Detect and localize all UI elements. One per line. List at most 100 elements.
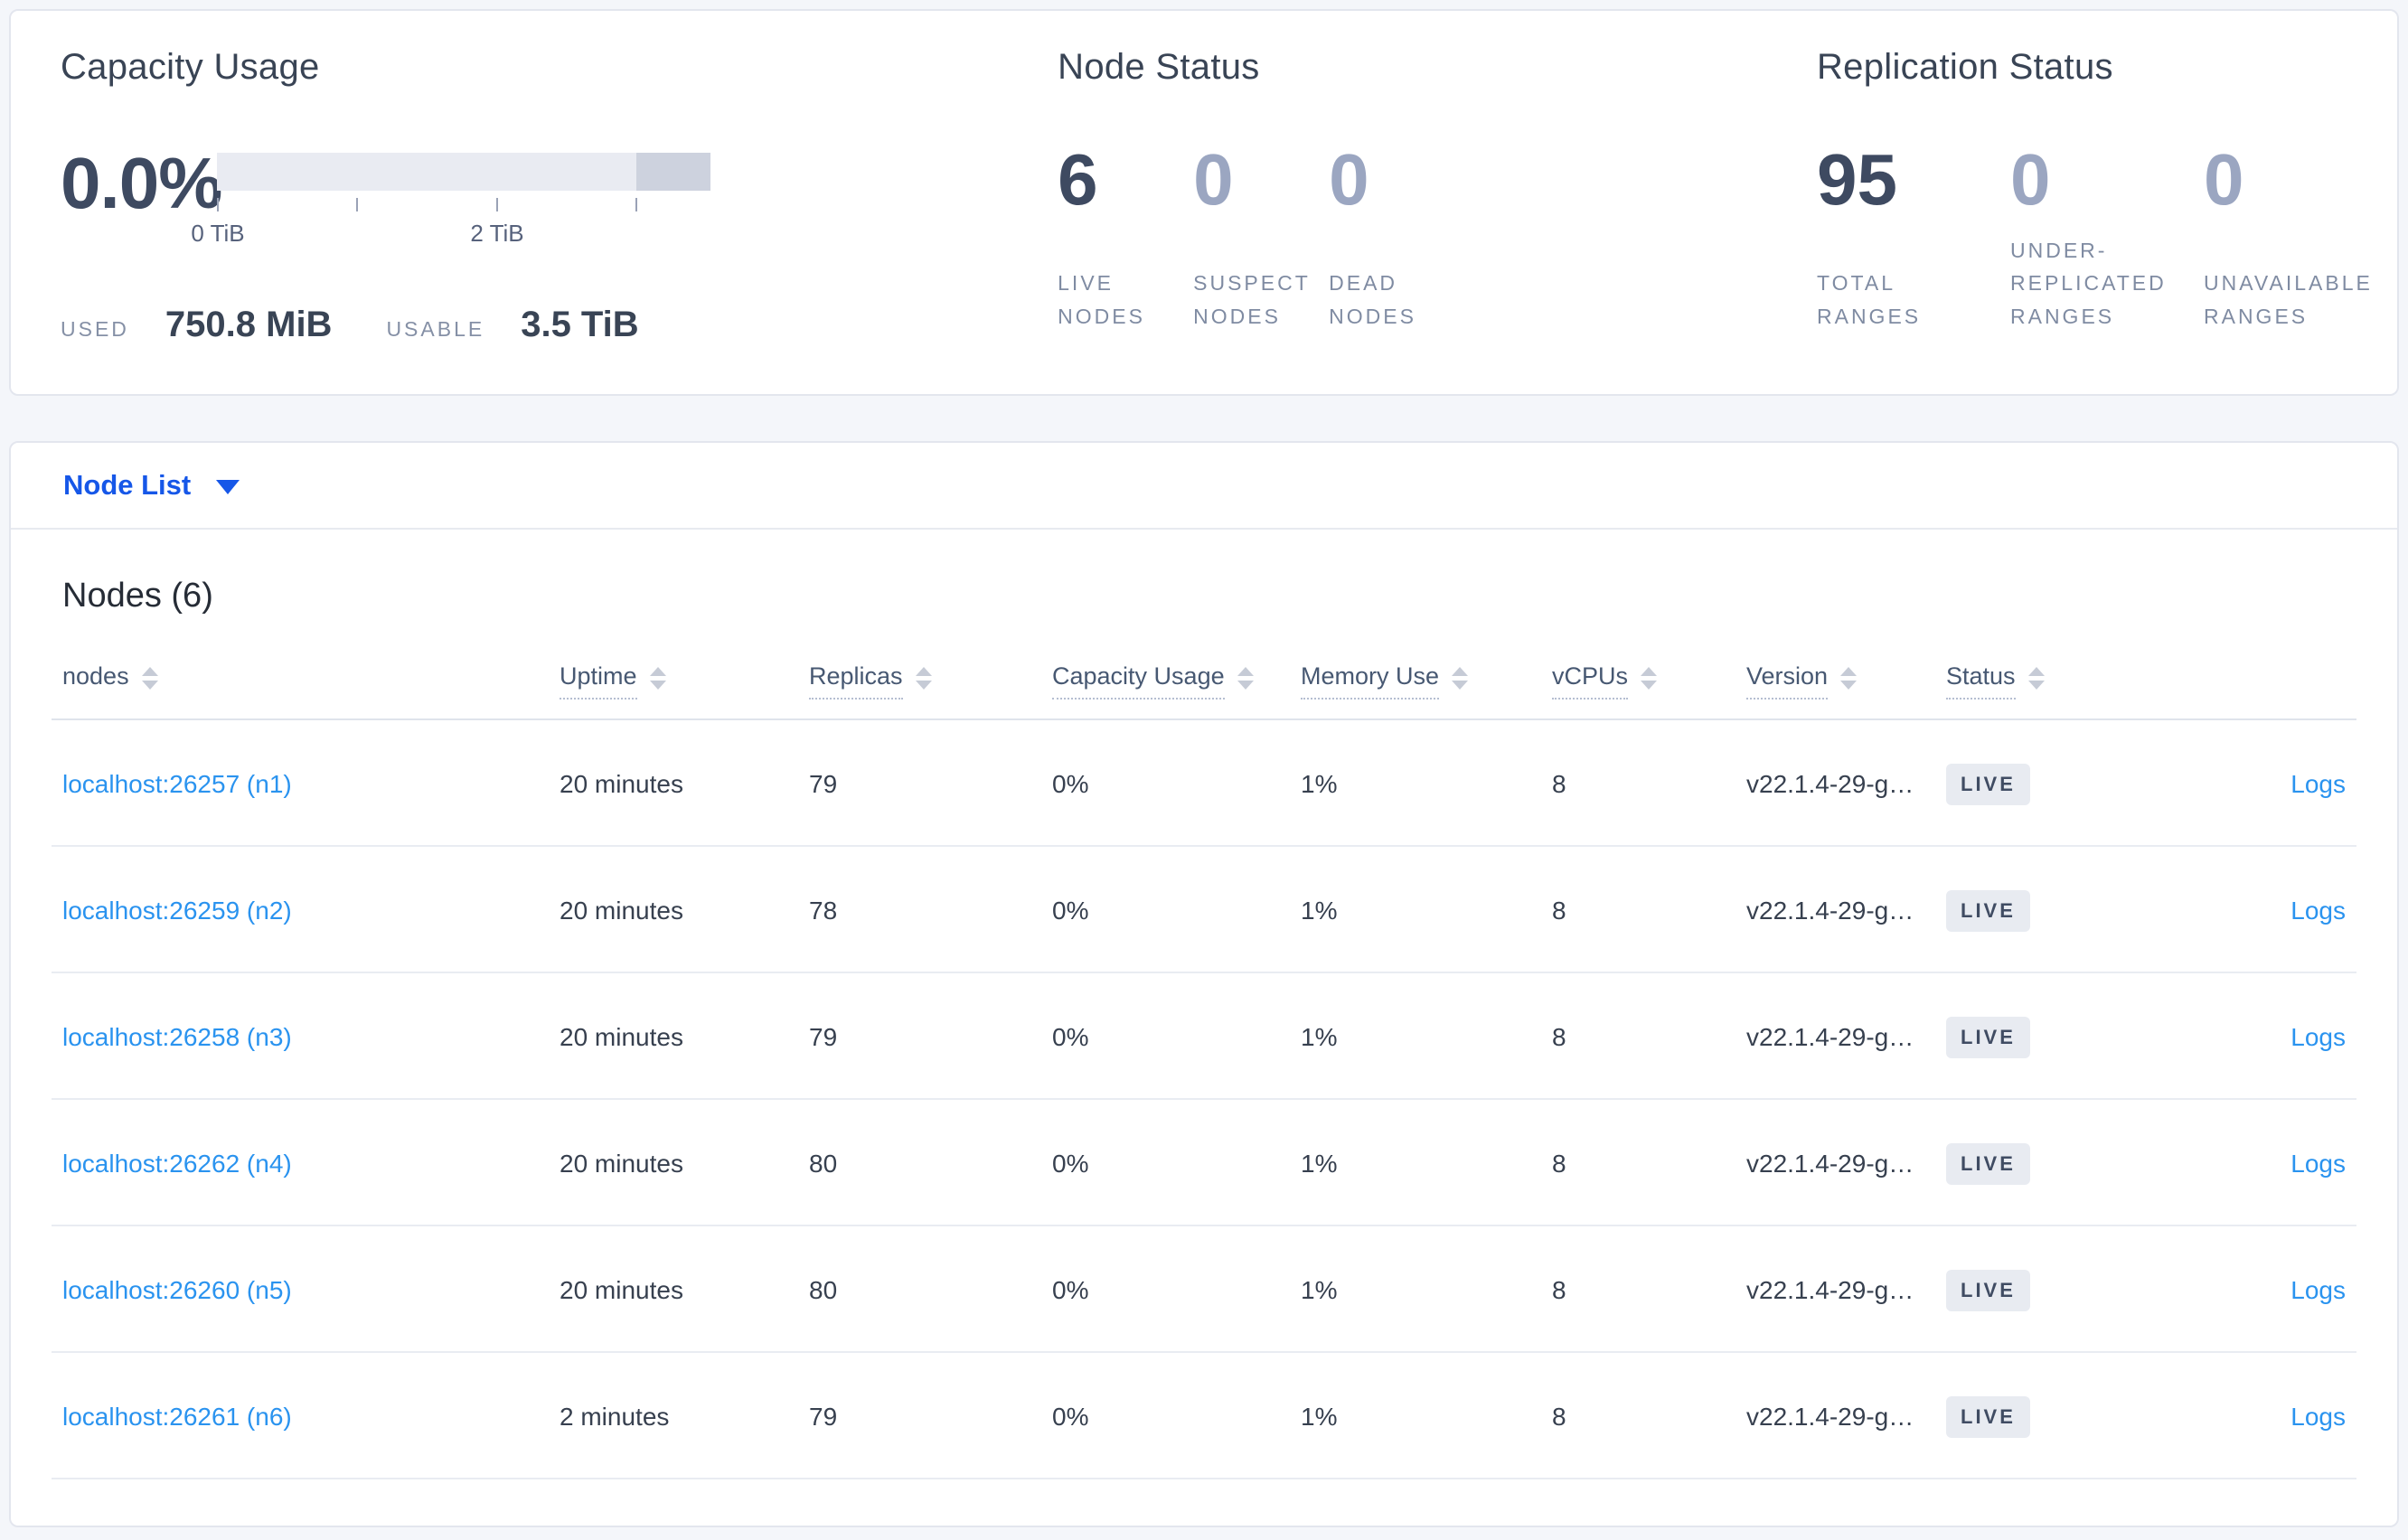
node-link[interactable]: localhost:26260 (n5) — [62, 1276, 292, 1304]
header-version-label: Version — [1746, 662, 1829, 700]
vcpus-cell: 8 — [1552, 1276, 1566, 1304]
status-badge: LIVE — [1946, 1396, 2030, 1438]
node-list-dropdown[interactable]: Node List — [11, 443, 2397, 530]
under-replicated-ranges-label: UNDER-REPLICATED RANGES — [2010, 234, 2204, 333]
dead-nodes-label-text: DEAD NODES — [1329, 271, 1416, 329]
uptime-cell: 20 minutes — [560, 1276, 683, 1304]
logs-cell: Logs — [2146, 1403, 2356, 1432]
axis-tick — [635, 198, 637, 211]
replicas-cell: 80 — [809, 1150, 838, 1178]
status-cell: LIVE — [1946, 1396, 2146, 1438]
capacity-axis-ticks — [217, 198, 710, 214]
logs-link[interactable]: Logs — [2290, 1150, 2346, 1178]
unavailable-ranges-count: 0 — [2204, 139, 2244, 220]
table-row: localhost:26257 (n1) 20 minutes 79 0% 1%… — [52, 720, 2356, 847]
header-version[interactable]: Version — [1746, 662, 1946, 700]
chevron-down-icon — [216, 480, 240, 494]
logs-link[interactable]: Logs — [2290, 897, 2346, 925]
total-ranges-count: 95 — [1817, 139, 1897, 220]
logs-cell: Logs — [2146, 897, 2356, 925]
nodes-table-area: Nodes (6) nodes Uptime Replicas Capacity… — [11, 577, 2397, 1479]
node-list-dropdown-label: Node List — [63, 469, 192, 501]
header-status[interactable]: Status — [1946, 662, 2146, 700]
node-link[interactable]: localhost:26258 (n3) — [62, 1023, 292, 1051]
node-link[interactable]: localhost:26259 (n2) — [62, 897, 292, 925]
node-cell: localhost:26259 (n2) — [52, 897, 560, 925]
replicas-cell: 79 — [809, 770, 838, 798]
version-cell: v22.1.4-29-g… — [1746, 897, 1914, 925]
node-cell: localhost:26260 (n5) — [52, 1276, 560, 1305]
replicas-cell: 79 — [809, 1023, 838, 1051]
logs-cell: Logs — [2146, 770, 2356, 799]
suspect-nodes-label-text: SUSPECT NODES — [1193, 271, 1311, 329]
uptime-cell: 20 minutes — [560, 1150, 683, 1178]
uptime-cell: 20 minutes — [560, 897, 683, 925]
usable-label: USABLE — [386, 317, 485, 341]
replicas-cell: 79 — [809, 1403, 838, 1431]
uptime-cell: 20 minutes — [560, 770, 683, 798]
capacity-axis-labels: 0 TiB 2 TiB — [191, 220, 710, 249]
live-nodes-count: 6 — [1058, 139, 1098, 220]
node-cell: localhost:26258 (n3) — [52, 1023, 560, 1052]
used-value: 750.8 MiB — [165, 305, 333, 344]
status-badge: LIVE — [1946, 890, 2030, 932]
total-ranges-label-text: TOTAL RANGES — [1817, 271, 1922, 329]
node-cell: localhost:26262 (n4) — [52, 1150, 560, 1178]
axis-tick — [356, 198, 358, 211]
status-badge: LIVE — [1946, 764, 2030, 805]
node-cell: localhost:26257 (n1) — [52, 770, 560, 799]
header-uptime[interactable]: Uptime — [560, 662, 809, 700]
capacity-usage-section: Capacity Usage 0.0% 0 TiB 2 TiB USED 750… — [11, 11, 1017, 394]
table-row: localhost:26258 (n3) 20 minutes 79 0% 1%… — [52, 973, 2356, 1100]
header-replicas[interactable]: Replicas — [809, 662, 1052, 700]
memory-cell: 1% — [1301, 1150, 1338, 1178]
node-cell: localhost:26261 (n6) — [52, 1403, 560, 1432]
table-row: localhost:26260 (n5) 20 minutes 80 0% 1%… — [52, 1226, 2356, 1353]
logs-link[interactable]: Logs — [2290, 1276, 2346, 1305]
header-capacity-usage[interactable]: Capacity Usage — [1052, 662, 1301, 700]
status-badge: LIVE — [1946, 1143, 2030, 1185]
logs-cell: Logs — [2146, 1023, 2356, 1052]
header-replicas-label: Replicas — [809, 662, 903, 700]
version-cell: v22.1.4-29-g… — [1746, 1276, 1914, 1304]
header-memory-use[interactable]: Memory Use — [1301, 662, 1552, 700]
used-label: USED — [61, 317, 129, 341]
logs-cell: Logs — [2146, 1150, 2356, 1178]
capacity-cell: 0% — [1052, 770, 1089, 798]
status-cell: LIVE — [1946, 1270, 2146, 1311]
node-link[interactable]: localhost:26261 (n6) — [62, 1403, 292, 1431]
header-vcpus[interactable]: vCPUs — [1552, 662, 1746, 700]
table-row: localhost:26261 (n6) 2 minutes 79 0% 1% … — [52, 1353, 2356, 1479]
cluster-summary-panel: Capacity Usage 0.0% 0 TiB 2 TiB USED 750… — [9, 9, 2399, 396]
header-uptime-label: Uptime — [560, 662, 637, 700]
header-nodes[interactable]: nodes — [52, 662, 560, 698]
memory-cell: 1% — [1301, 770, 1338, 798]
nodes-count-heading: Nodes (6) — [62, 577, 213, 615]
table-row: localhost:26259 (n2) 20 minutes 78 0% 1%… — [52, 847, 2356, 973]
capacity-bar-end-segment — [636, 153, 710, 191]
logs-link[interactable]: Logs — [2290, 770, 2346, 799]
under-replicated-ranges-label-text: UNDER-REPLICATED RANGES — [2010, 238, 2167, 329]
total-ranges-label: TOTAL RANGES — [1817, 267, 2010, 333]
capacity-usage-title: Capacity Usage — [61, 47, 320, 87]
suspect-nodes-label: SUSPECT NODES — [1193, 267, 1329, 333]
sort-icon — [1840, 667, 1858, 690]
live-nodes-label: LIVE NODES — [1058, 267, 1193, 333]
version-cell: v22.1.4-29-g… — [1746, 1403, 1914, 1431]
version-cell: v22.1.4-29-g… — [1746, 1023, 1914, 1051]
version-cell: v22.1.4-29-g… — [1746, 770, 1914, 798]
dead-nodes-label: DEAD NODES — [1329, 267, 1464, 333]
memory-cell: 1% — [1301, 1276, 1338, 1304]
usable-value: 3.5 TiB — [521, 305, 639, 344]
node-link[interactable]: localhost:26262 (n4) — [62, 1150, 292, 1178]
uptime-cell: 2 minutes — [560, 1403, 670, 1431]
capacity-cell: 0% — [1052, 897, 1089, 925]
status-badge: LIVE — [1946, 1270, 2030, 1311]
replicas-cell: 78 — [809, 897, 838, 925]
nodes-table-header-row: nodes Uptime Replicas Capacity Usage Mem… — [52, 662, 2356, 720]
logs-cell: Logs — [2146, 1276, 2356, 1305]
node-link[interactable]: localhost:26257 (n1) — [62, 770, 292, 798]
vcpus-cell: 8 — [1552, 897, 1566, 925]
logs-link[interactable]: Logs — [2290, 1403, 2346, 1432]
logs-link[interactable]: Logs — [2290, 1023, 2346, 1052]
